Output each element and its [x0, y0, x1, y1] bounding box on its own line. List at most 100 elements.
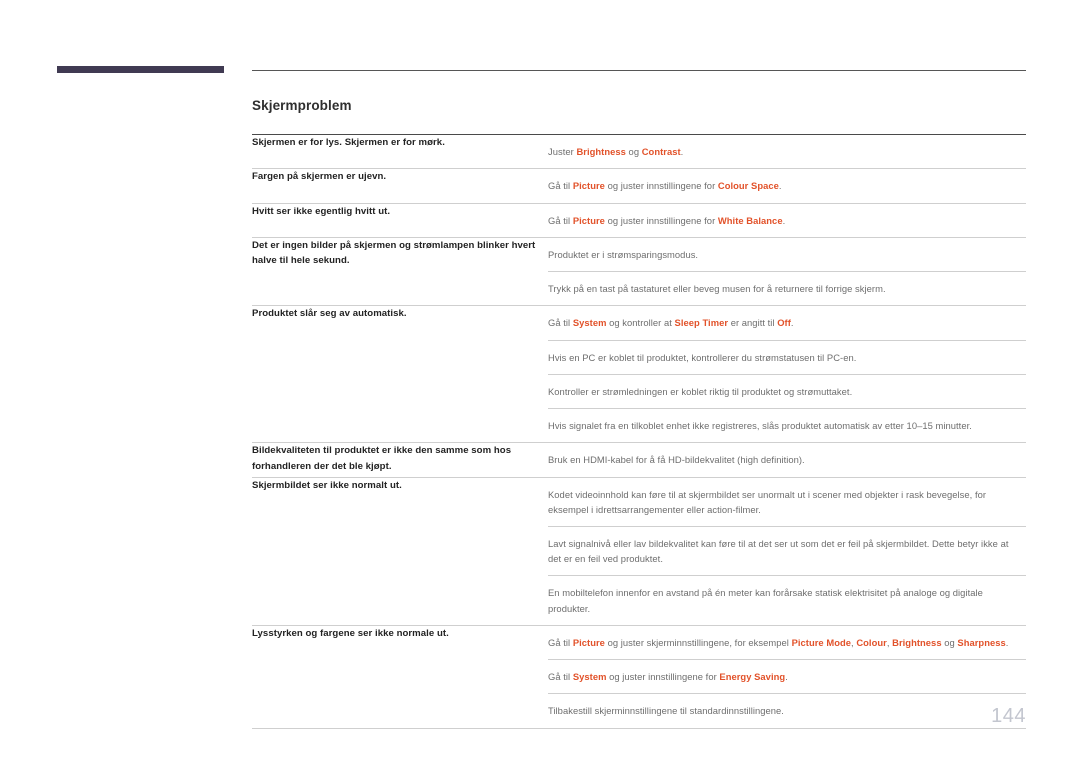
- table-row: Det er ingen bilder på skjermen og strøm…: [252, 237, 1026, 307]
- solution-text: og juster innstillingene for: [604, 180, 718, 192]
- solution-item: Gå til Picture og juster innstillingene …: [548, 169, 1026, 202]
- table-body: Skjermen er for lys. Skjermen er for mør…: [252, 134, 1026, 729]
- solution-text: Trykk på en tast på tastaturet eller bev…: [548, 283, 886, 295]
- table-row: Bildekvaliteten til produktet er ikke de…: [252, 442, 1026, 478]
- solution-item: Gå til System og kontroller at Sleep Tim…: [548, 306, 1026, 339]
- solution-item: Trykk på en tast på tastaturet eller bev…: [548, 271, 1026, 305]
- menu-term: Brightness: [892, 636, 942, 648]
- solution-text: og juster innstillingene for: [606, 671, 720, 683]
- solution-text: Gå til: [548, 214, 573, 226]
- solution-text: Gå til: [548, 671, 573, 683]
- table-row: Fargen på skjermen er ujevn. Gå til Pictu…: [252, 168, 1026, 204]
- solution-text: .: [778, 180, 782, 192]
- menu-term: Energy Saving: [719, 671, 786, 683]
- solution-cell: Juster Brightness og Contrast.: [548, 134, 1026, 170]
- solution-text: .: [782, 214, 786, 226]
- menu-term: System: [572, 317, 607, 329]
- solution-text: Hvis signalet fra en tilkoblet enhet ikk…: [548, 420, 972, 432]
- solution-text: og kontroller at: [606, 317, 675, 329]
- menu-term: Contrast: [641, 146, 681, 158]
- decorative-bar: [57, 66, 224, 73]
- solution-text: og: [941, 636, 958, 648]
- solution-text: og juster innstillingene for: [604, 214, 718, 226]
- table-row: Skjermbildet ser ikke normalt ut. Kodet v…: [252, 477, 1026, 626]
- problem-cell: Hvitt ser ikke egentlig hvitt ut.: [252, 203, 548, 238]
- menu-term: Colour Space: [717, 180, 779, 192]
- menu-term: Picture Mode: [791, 636, 852, 648]
- solution-cell: Gå til Picture og juster innstillingene …: [548, 168, 1026, 204]
- table-row: Skjermen er for lys. Skjermen er for mør…: [252, 134, 1026, 170]
- problem-cell: Lysstyrken og fargene ser ikke normale u…: [252, 625, 548, 729]
- solution-text: og: [625, 146, 642, 158]
- solution-list: Gå til Picture og juster innstillingene …: [548, 204, 1026, 237]
- solution-text: .: [1005, 636, 1009, 648]
- solution-item: Produktet er i strømsparingsmodus.: [548, 238, 1026, 271]
- solution-cell: Gå til System og kontroller at Sleep Tim…: [548, 305, 1026, 444]
- menu-term: System: [572, 671, 607, 683]
- solution-list: Gå til System og kontroller at Sleep Tim…: [548, 306, 1026, 442]
- solution-item: Juster Brightness og Contrast.: [548, 135, 1026, 168]
- solution-item: Gå til System og juster innstillingene f…: [548, 659, 1026, 693]
- solution-text: Kodet videoinnhold kan føre til at skjer…: [548, 488, 987, 515]
- menu-term: Colour: [856, 636, 887, 648]
- menu-term: Off: [777, 317, 791, 329]
- solution-text: .: [790, 317, 794, 329]
- solution-item: Kontroller er strømledningen er koblet r…: [548, 373, 1026, 408]
- menu-term: Picture: [572, 214, 605, 226]
- document-page: Skjermproblem Skjermen er for lys. Skjer…: [0, 0, 1080, 763]
- problem-cell: Fargen på skjermen er ujevn.: [252, 168, 548, 204]
- solution-text: Produktet er i strømsparingsmodus.: [548, 248, 699, 260]
- solution-item: Bruk en HDMI-kabel for å få HD-bildekval…: [548, 443, 1026, 476]
- menu-term: Sleep Timer: [674, 317, 729, 329]
- solution-text: En mobiltelefon innenfor en avstand på é…: [548, 587, 983, 614]
- table-row: Lysstyrken og fargene ser ikke normale u…: [252, 625, 1026, 729]
- solution-item: Gå til Picture og juster innstillingene …: [548, 204, 1026, 237]
- page-title: Skjermproblem: [252, 98, 352, 113]
- solution-cell: Gå til Picture og juster skjerminnstilli…: [548, 625, 1026, 729]
- problem-cell: Skjermbildet ser ikke normalt ut.: [252, 477, 548, 626]
- solution-list: Bruk en HDMI-kabel for å få HD-bildekval…: [548, 443, 1026, 476]
- solution-cell: Kodet videoinnhold kan føre til at skjer…: [548, 477, 1026, 626]
- menu-term: White Balance: [717, 214, 783, 226]
- solution-list: Gå til Picture og juster skjerminnstilli…: [548, 626, 1026, 728]
- page-number: 144: [991, 705, 1026, 727]
- problem-cell: Det er ingen bilder på skjermen og strøm…: [252, 237, 548, 307]
- solution-text: Gå til: [548, 317, 573, 329]
- solution-text: Lavt signalnivå eller lav bildekvalitet …: [548, 538, 1009, 565]
- solution-text: .: [785, 671, 788, 683]
- solution-list: Juster Brightness og Contrast.: [548, 135, 1026, 168]
- solution-cell: Bruk en HDMI-kabel for å få HD-bildekval…: [548, 442, 1026, 478]
- menu-term: Picture: [572, 636, 605, 648]
- solution-text: Bruk en HDMI-kabel for å få HD-bildekval…: [548, 454, 805, 466]
- solution-text: og juster skjerminnstillingene, for ekse…: [604, 636, 792, 648]
- solution-item: Hvis signalet fra en tilkoblet enhet ikk…: [548, 408, 1026, 442]
- page-content: Skjermproblem Skjermen er for lys. Skjer…: [252, 70, 1026, 729]
- solution-text: .: [680, 146, 684, 158]
- solution-item: Hvis en PC er koblet til produktet, kont…: [548, 339, 1026, 374]
- solution-list: Gå til Picture og juster innstillingene …: [548, 169, 1026, 202]
- troubleshooting-table: Skjermen er for lys. Skjermen er for mør…: [252, 134, 1026, 729]
- problem-cell: Produktet slår seg av automatisk.: [252, 305, 548, 444]
- solution-item: Kodet videoinnhold kan føre til at skjer…: [548, 478, 1026, 526]
- solution-item: Gå til Picture og juster skjerminnstilli…: [548, 626, 1026, 659]
- solution-text: Gå til: [548, 180, 573, 192]
- problem-cell: Bildekvaliteten til produktet er ikke de…: [252, 442, 548, 478]
- solution-list: Kodet videoinnhold kan føre til at skjer…: [548, 478, 1026, 625]
- table-row: Produktet slår seg av automatisk. Gå til …: [252, 305, 1026, 444]
- solution-text: Gå til: [548, 636, 573, 648]
- solution-text: Juster: [548, 146, 577, 158]
- problem-cell: Skjermen er for lys. Skjermen er for mør…: [252, 134, 548, 170]
- solution-cell: Produktet er i strømsparingsmodus. Trykk …: [548, 237, 1026, 307]
- header-rule: [252, 70, 1026, 71]
- solution-text: Kontroller er strømledningen er koblet r…: [548, 385, 853, 397]
- solution-item: Tilbakestill skjerminnstillingene til st…: [548, 693, 1026, 727]
- menu-term: Sharpness: [957, 636, 1006, 648]
- solution-list: Produktet er i strømsparingsmodus. Trykk …: [548, 238, 1026, 305]
- menu-term: Picture: [572, 180, 605, 192]
- solution-text: Tilbakestill skjerminnstillingene til st…: [548, 705, 784, 717]
- solution-text: Hvis en PC er koblet til produktet, kont…: [548, 351, 857, 363]
- solution-item: En mobiltelefon innenfor en avstand på é…: [548, 575, 1026, 624]
- table-row: Hvitt ser ikke egentlig hvitt ut. Gå til …: [252, 203, 1026, 238]
- menu-term: Brightness: [576, 146, 626, 158]
- solution-item: Lavt signalnivå eller lav bildekvalitet …: [548, 526, 1026, 575]
